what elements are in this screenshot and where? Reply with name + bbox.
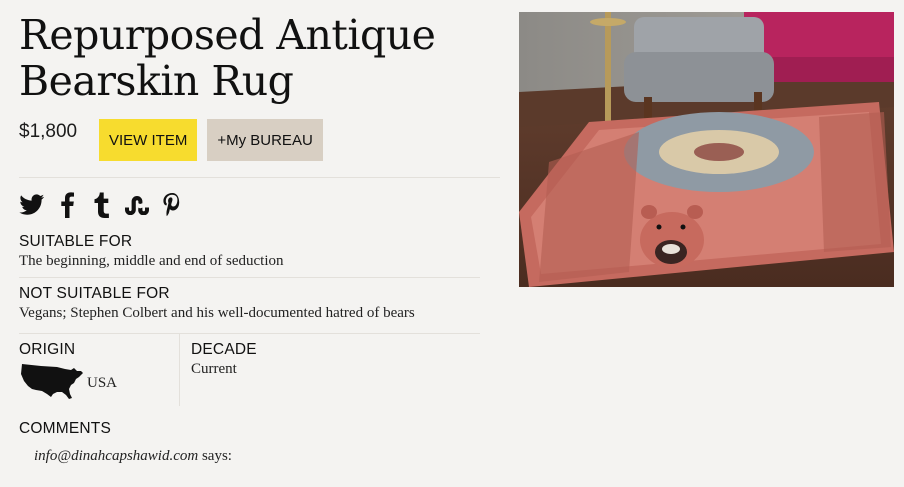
comment-header: info@dinahcapshawid.com says: [34,448,500,465]
suitable-for-value: The beginning, middle and end of seducti… [19,253,284,269]
page-title: Repurposed Antique Bearskin Rug [19,0,500,104]
price-row: $1,800 VIEW ITEM +My BUREAU [19,119,500,161]
origin-decade-row: ORIGIN USA DECADE Current [19,334,500,406]
title-line-2: Bearskin Rug [19,57,294,105]
stumbleupon-icon[interactable] [124,192,150,218]
not-suitable-for-label: NOT SUITABLE FOR [19,285,170,302]
twitter-icon[interactable] [19,192,45,218]
social-share-bar [19,182,500,228]
decade-label: DECADE [191,341,257,358]
divider [19,177,500,178]
origin-line: USA [19,361,179,406]
view-item-button[interactable]: VIEW ITEM [99,119,198,161]
suitable-for-label: SUITABLE FOR [19,233,133,250]
comment-author[interactable]: info@dinahcapshawid.com [34,448,198,464]
decade-section: DECADE Current [180,334,257,406]
usa-map-icon [19,361,85,406]
decade-value: Current [191,361,237,377]
comments-section: COMMENTS info@dinahcapshawid.com says: [19,420,500,465]
product-info: Repurposed Antique Bearskin Rug $1,800 V… [19,0,500,465]
my-bureau-button[interactable]: +My BUREAU [207,119,323,161]
not-suitable-for-value: Vegans; Stephen Colbert and his well-doc… [19,305,415,321]
title-line-1: Repurposed Antique [19,11,436,59]
price: $1,800 [19,121,78,142]
not-suitable-for-section: NOT SUITABLE FOR Vegans; Stephen Colbert… [19,278,500,333]
tumblr-icon[interactable] [89,192,115,218]
comment-says: says: [198,448,232,464]
pinterest-icon[interactable] [159,192,185,218]
bearskin-rug-image [519,12,894,287]
product-photo [519,12,894,287]
origin-value: USA [87,375,118,391]
comments-label: COMMENTS [19,420,112,437]
facebook-icon[interactable] [54,192,80,218]
origin-section: ORIGIN USA [19,334,180,406]
suitable-for-section: SUITABLE FOR The beginning, middle and e… [19,228,500,277]
origin-label: ORIGIN [19,341,76,358]
